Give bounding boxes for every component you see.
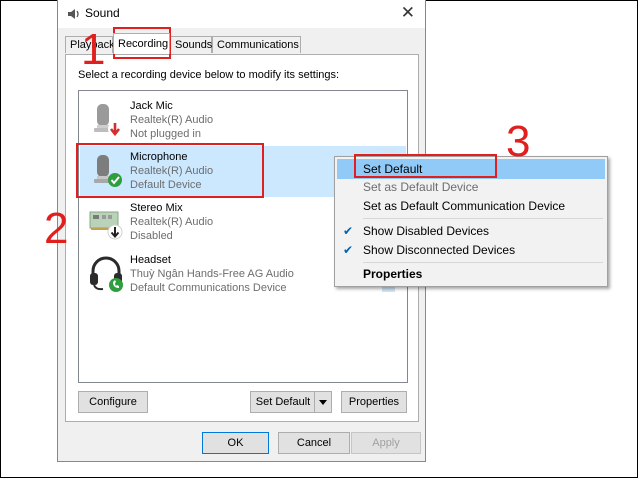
ok-button[interactable]: OK	[202, 432, 269, 454]
device-driver: Thuỳ Ngân Hands-Free AG Audio	[130, 268, 294, 280]
microphone-icon	[94, 104, 122, 137]
speaker-icon	[68, 9, 79, 19]
menu-item-show-disconnected-devices[interactable]: ✔ Show Disconnected Devices	[337, 240, 605, 260]
highlight-box-microphone	[76, 143, 264, 198]
device-driver: Realtek(R) Audio	[130, 216, 214, 228]
device-name: Jack Mic	[130, 100, 173, 112]
close-icon[interactable]: ✕	[401, 3, 415, 23]
properties-button[interactable]: Properties	[341, 391, 407, 413]
menu-item-label: Show Disabled Devices	[363, 224, 490, 238]
menu-item-label: Set as Default Device	[363, 180, 479, 194]
window-title: Sound	[85, 6, 120, 20]
set-default-button[interactable]: Set Default	[250, 391, 332, 413]
tab-sounds[interactable]: Sounds	[170, 36, 212, 53]
cancel-button[interactable]: Cancel	[278, 432, 350, 454]
apply-button[interactable]: Apply	[351, 432, 421, 454]
device-name: Headset	[130, 254, 171, 266]
checkmark-icon: ✔	[343, 243, 354, 257]
headset-icon	[90, 256, 123, 292]
menu-separator	[363, 262, 603, 263]
menu-separator	[363, 218, 603, 219]
highlight-box-set-default	[354, 154, 497, 178]
set-default-label: Set Default	[255, 396, 311, 408]
set-default-dropdown-arrow[interactable]	[314, 392, 331, 412]
instruction-text: Select a recording device below to modif…	[78, 69, 340, 81]
list-edge-strip	[382, 287, 395, 292]
menu-item-show-disabled-devices[interactable]: ✔ Show Disabled Devices	[337, 221, 605, 241]
device-status: Disabled	[130, 230, 173, 242]
chevron-down-icon	[319, 400, 327, 405]
step-number-2: 2	[44, 204, 69, 253]
checkmark-icon: ✔	[343, 224, 354, 238]
step-number-1: 1	[81, 25, 106, 74]
menu-item-label: Set as Default Communication Device	[363, 199, 566, 213]
tab-recording[interactable]: Recording	[113, 33, 170, 54]
menu-item-set-as-default-communication-device[interactable]: Set as Default Communication Device	[337, 196, 605, 216]
device-jack-mic[interactable]: Jack Mic Realtek(R) Audio Not plugged in	[80, 95, 406, 146]
menu-item-set-as-default-device[interactable]: Set as Default Device	[337, 177, 605, 197]
sound-card-icon	[89, 211, 123, 240]
menu-item-properties[interactable]: Properties	[337, 264, 605, 284]
device-status: Not plugged in	[130, 128, 201, 140]
device-driver: Realtek(R) Audio	[130, 114, 214, 126]
menu-item-label: Show Disconnected Devices	[363, 243, 516, 257]
device-status: Default Communications Device	[130, 282, 287, 294]
tab-communications[interactable]: Communications	[212, 36, 301, 53]
step-number-3: 3	[506, 117, 531, 166]
configure-button[interactable]: Configure	[78, 391, 148, 413]
title-bar: Sound ✕	[58, 0, 425, 28]
device-name: Stereo Mix	[130, 202, 183, 214]
menu-item-label: Properties	[363, 267, 423, 281]
